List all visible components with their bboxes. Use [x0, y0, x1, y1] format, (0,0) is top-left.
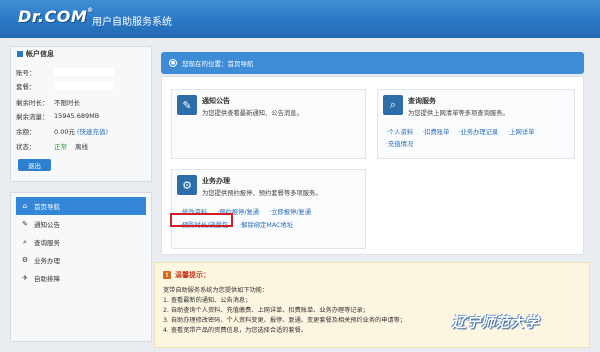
online-status-value: 离线 [75, 143, 88, 151]
remaining-time-value: 不限时长 [54, 99, 80, 107]
query-module: ⌕ 查询服务 为您提供上网清单等多项查询服务。 ·个人资料 ·扣费账单 ·业务办… [377, 89, 575, 159]
account-row-username: 账号： [16, 67, 114, 77]
sidebar-nav: ⌂ 首页导航 ✎ 通知公告 ⌕ 查询服务 ⚙ 业务办理 ✈ 自助排障 [10, 192, 152, 342]
link-billing[interactable]: ·扣费账单 [422, 127, 449, 136]
notice-icon: ✎ [22, 220, 28, 228]
notice-module[interactable]: ✎ 通知公告 为您提供查看最新通知、公告消息。 [171, 89, 366, 159]
pencil-icon: ✎ [177, 95, 197, 115]
balance-value: 0.00元 [54, 128, 75, 136]
account-panel: 帐户信息 账号： 套餐： 剩余时长： 不限时长 剩余流量： 15945.689M… [10, 46, 152, 182]
business-module: ⚙ 业务办理 为您提供预约报停、预约套餐等多项服务。 ·修改资料 ·预约报停/复… [171, 169, 366, 249]
tip-header: ! 温馨提示： [163, 270, 210, 280]
link-recharge-history[interactable]: ·充值情况 [386, 139, 413, 148]
sidebar-item-label: 首页导航 [34, 203, 60, 211]
link-immediate-suspend[interactable]: ·立即报停/复通 [269, 207, 311, 216]
remaining-time-label: 剩余时长： [16, 99, 49, 107]
wrench-icon: ✈ [22, 274, 28, 282]
package-label: 套餐： [16, 83, 36, 91]
account-panel-title: 帐户信息 [26, 50, 54, 58]
status-value: 正常 [54, 143, 67, 151]
notice-module-desc: 为您提供查看最新通知、公告消息。 [202, 110, 303, 117]
link-unbind-mac[interactable]: ·解除绑定MAC地址 [239, 220, 293, 229]
tip-icon: ! [163, 271, 171, 279]
sidebar-item-home[interactable]: ⌂ 首页导航 [16, 197, 146, 215]
sidebar-item-notice[interactable]: ✎ 通知公告 [16, 215, 146, 233]
query-module-header: ⌕ 查询服务 为您提供上网清单等多项查询服务。 [383, 95, 509, 117]
tip-line: 1. 查看最新的通知、公告消息； [163, 297, 252, 304]
sidebar-item-label: 业务办理 [34, 257, 60, 265]
tip-line: 宽带自助服务系统为您提供如下功能： [163, 287, 269, 294]
sidebar-item-label: 自助排障 [34, 275, 60, 283]
home-icon: ⌂ [22, 202, 28, 210]
drcom-logo: Dr.COM® [18, 7, 94, 26]
account-panel-header: 帐户信息 [11, 47, 151, 61]
account-row-balance: 余额： 0.00元 (快速充值) [16, 126, 108, 136]
tip-line: 4. 查看宽带产品的资费信息，为您选择合适的套餐。 [163, 327, 307, 334]
sidebar-item-label: 通知公告 [34, 221, 60, 229]
account-value-redacted [54, 68, 114, 76]
account-row-package: 套餐： [16, 81, 114, 91]
status-label: 状态： [16, 143, 36, 151]
sidebar-item-self-troubleshoot[interactable]: ✈ 自助排障 [16, 269, 146, 287]
logo-text: Dr.COM [18, 7, 88, 26]
quick-recharge-link[interactable]: (快速充值) [77, 126, 108, 136]
link-personal-info[interactable]: ·个人资料 [386, 127, 413, 136]
notice-module-title[interactable]: 通知公告 [202, 96, 303, 106]
sidebar-item-business[interactable]: ⚙ 业务办理 [16, 251, 146, 269]
highlight-box [170, 213, 233, 227]
gear-icon: ⚙ [177, 175, 197, 195]
tip-panel: ! 温馨提示： 宽带自助服务系统为您提供如下功能： 1. 查看最新的通知、公告消… [154, 262, 590, 348]
logout-button[interactable]: 退出 [18, 159, 51, 171]
gear-icon: ⚙ [21, 256, 29, 264]
package-value-redacted [54, 82, 114, 90]
breadcrumb: ● 您现在的位置：首页导航 [161, 52, 584, 74]
query-links-row2: ·充值情况 [386, 139, 413, 148]
square-bullet-icon [17, 51, 23, 57]
business-module-desc: 为您提供预约报停、预约套餐等多项服务。 [202, 190, 322, 197]
balance-label: 余额： [16, 128, 36, 136]
business-module-title[interactable]: 业务办理 [202, 176, 322, 186]
account-row-remaining-traffic: 剩余流量： 15945.689MB [16, 111, 99, 121]
query-links-row1: ·个人资料 ·扣费账单 ·业务办理记录 ·上网详单 [386, 127, 534, 136]
link-online-details[interactable]: ·上网详单 [507, 127, 534, 136]
link-business-records[interactable]: ·业务办理记录 [458, 127, 498, 136]
tip-title: 温馨提示： [175, 271, 210, 279]
tip-line: 2. 自助查询个人资料、充值缴费、上网详单、扣费账单、业务办理等记录； [163, 307, 369, 314]
remaining-traffic-value: 15945.689MB [54, 112, 100, 120]
location-icon: ● [169, 59, 177, 67]
sidebar-item-query[interactable]: ⌕ 查询服务 [16, 233, 146, 251]
remaining-traffic-label: 剩余流量： [16, 113, 49, 121]
main-content: ✎ 通知公告 为您提供查看最新通知、公告消息。 ⌕ 查询服务 为您提供上网清单等… [161, 76, 584, 255]
notice-module-header: ✎ 通知公告 为您提供查看最新通知、公告消息。 [177, 95, 303, 117]
account-label: 账号： [16, 69, 36, 77]
query-module-title[interactable]: 查询服务 [408, 96, 509, 106]
university-watermark: 辽宁师范大学 [452, 315, 539, 331]
account-row-remaining-time: 剩余时长： 不限时长 [16, 97, 80, 107]
query-module-desc: 为您提供上网清单等多项查询服务。 [408, 110, 509, 117]
system-title: 用户自助服务系统 [92, 17, 172, 28]
sidebar-item-label: 查询服务 [34, 239, 60, 247]
breadcrumb-text: 您现在的位置：首页导航 [182, 60, 254, 68]
account-row-status: 状态： 正常 离线 [16, 141, 88, 151]
tip-line: 3. 自助办理修改密码、个人资料变更、报停、复通、变更套餐及相关预约业务的申请等… [163, 317, 406, 324]
search-icon: ⌕ [23, 237, 27, 246]
search-icon: ⌕ [383, 95, 403, 115]
business-module-header: ⚙ 业务办理 为您提供预约报停、预约套餐等多项服务。 [177, 175, 322, 197]
app-header: Dr.COM® 用户自助服务系统 [0, 0, 600, 38]
